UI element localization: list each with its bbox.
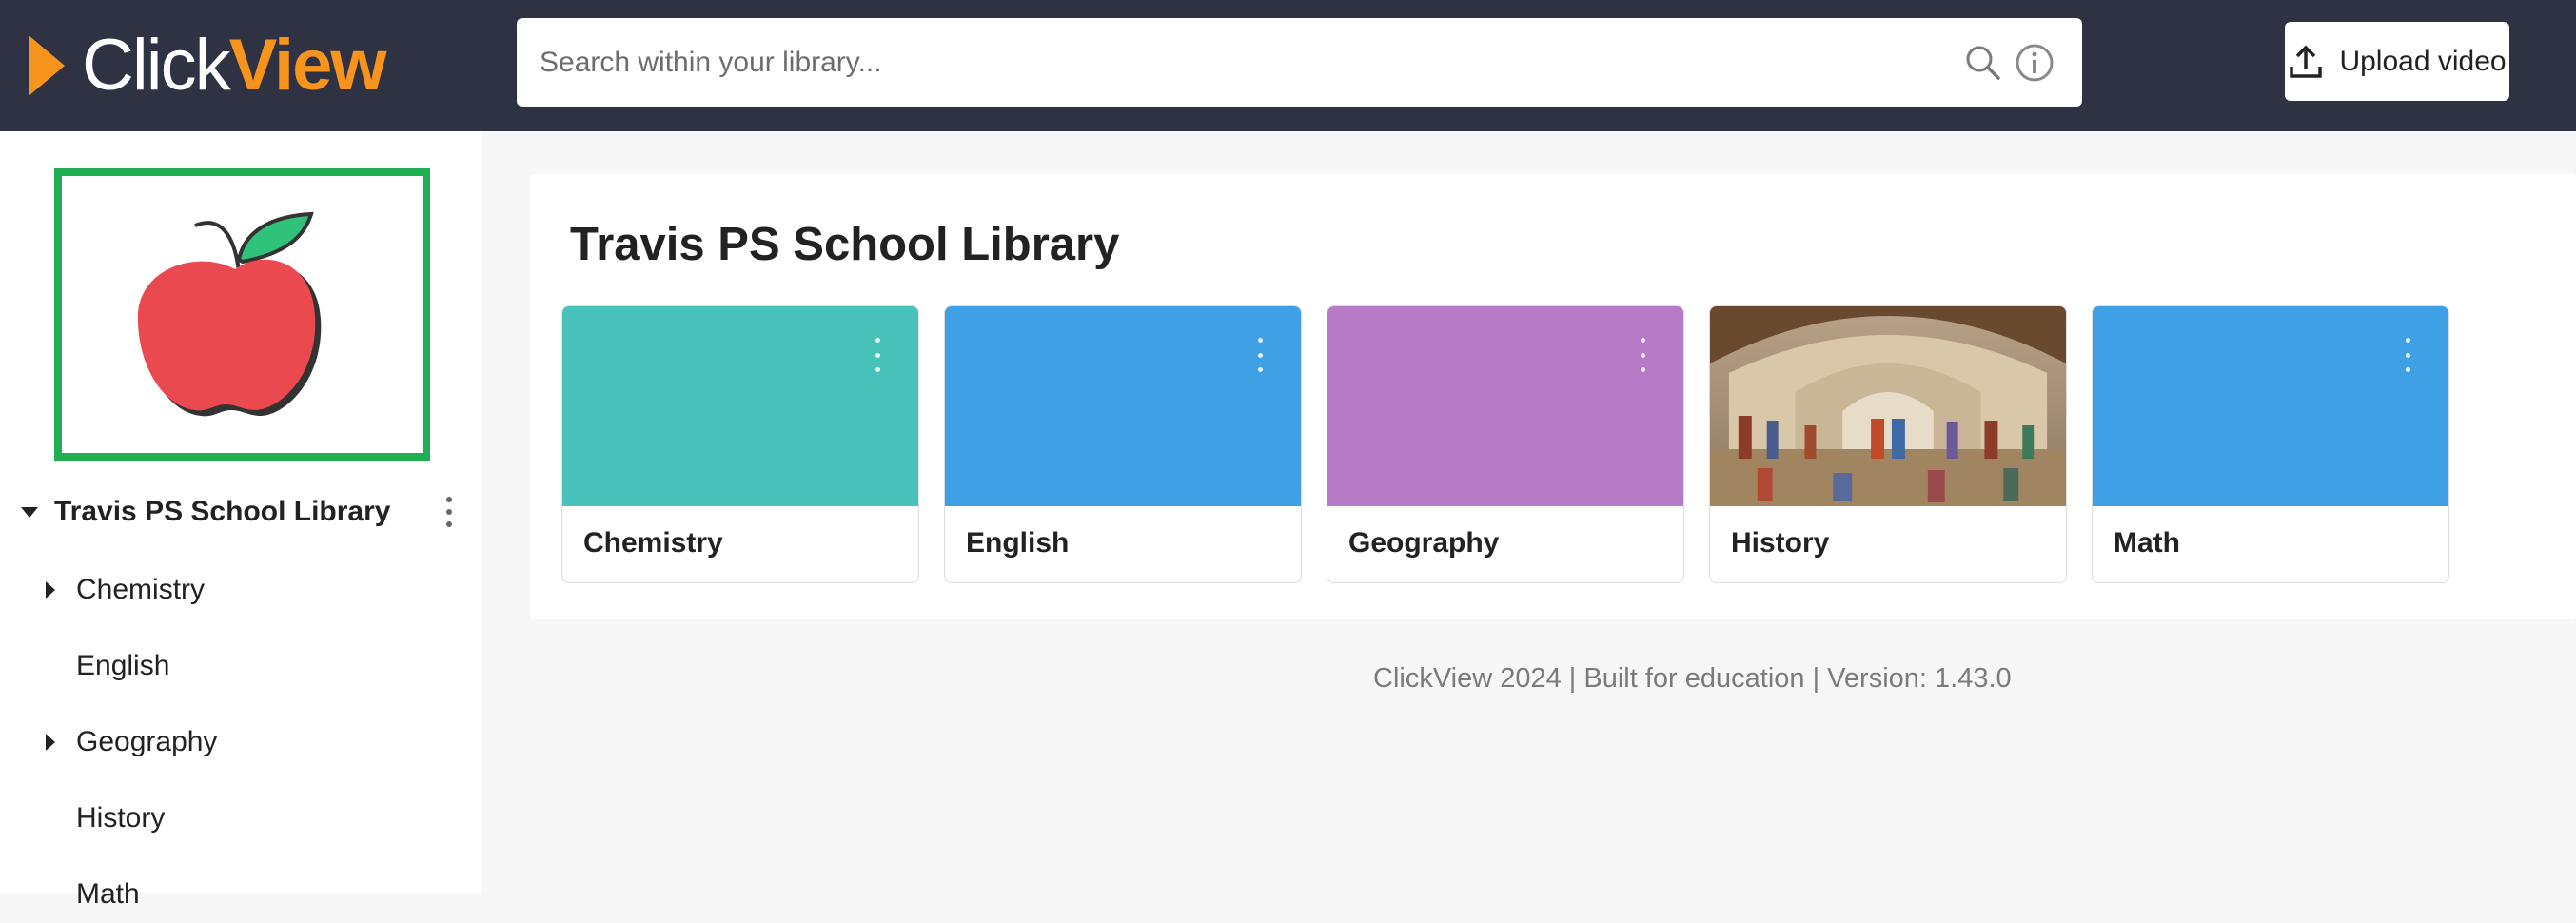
sidebar-item-label: Math xyxy=(76,878,140,910)
sidebar-item-label: Geography xyxy=(76,726,218,757)
folder-thumbnail-image xyxy=(1710,306,2066,506)
apple-icon xyxy=(137,211,322,417)
clickview-logo[interactable]: ClickView xyxy=(29,29,386,102)
folder-card-history[interactable]: History xyxy=(1709,305,2067,583)
folder-card-label: Math xyxy=(2114,527,2180,559)
folder-card-math[interactable]: Math xyxy=(2092,305,2449,583)
more-options-icon[interactable] xyxy=(1638,338,1647,372)
folder-card-label: Chemistry xyxy=(583,527,723,559)
sidebar-item-label: English xyxy=(76,650,170,681)
folder-card-chemistry[interactable]: Chemistry xyxy=(561,305,919,583)
sidebar-item-geography[interactable]: Geography xyxy=(0,714,482,771)
caret-right-icon[interactable] xyxy=(46,734,55,751)
sidebar-item-english[interactable]: English xyxy=(0,638,482,695)
caret-right-icon[interactable] xyxy=(46,581,55,599)
folder-thumbnail xyxy=(1327,306,1683,506)
logo-text: ClickView xyxy=(82,29,386,102)
caret-down-icon[interactable] xyxy=(21,506,38,518)
page-title: Travis PS School Library xyxy=(570,219,1120,270)
search-bar xyxy=(517,18,2082,107)
sidebar-item-chemistry[interactable]: Chemistry xyxy=(0,561,482,619)
search-input[interactable] xyxy=(517,18,1962,107)
upload-icon xyxy=(2288,44,2324,80)
library-logo[interactable] xyxy=(54,168,430,461)
sidebar-item-label: Chemistry xyxy=(76,574,206,605)
logo-text-click: Click xyxy=(82,25,231,106)
more-options-icon[interactable] xyxy=(873,338,882,372)
top-bar: ClickView Upload video xyxy=(0,0,2576,131)
folder-card-label: Geography xyxy=(1348,527,1500,559)
more-options-icon[interactable] xyxy=(440,493,459,531)
search-icon[interactable] xyxy=(1962,42,2004,84)
folder-card-label: History xyxy=(1731,527,1830,559)
sidebar-item-history[interactable]: History xyxy=(0,790,482,847)
folder-card-geography[interactable]: Geography xyxy=(1327,305,1684,583)
library-root-label: Travis PS School Library xyxy=(54,496,391,527)
folder-thumbnail xyxy=(2093,306,2448,506)
play-icon xyxy=(29,35,65,96)
more-options-icon[interactable] xyxy=(2403,338,2412,372)
upload-video-button[interactable]: Upload video xyxy=(2285,22,2509,101)
sidebar-item-label: History xyxy=(76,802,166,834)
more-options-icon[interactable] xyxy=(1255,338,1265,372)
library-panel: Travis PS School Library Chemistry Engli… xyxy=(530,174,2576,619)
logo-text-view: View xyxy=(228,25,387,106)
folder-thumbnail xyxy=(562,306,918,506)
info-icon[interactable] xyxy=(2014,42,2055,84)
upload-video-label: Upload video xyxy=(2339,45,2507,77)
library-sidebar: Travis PS School Library Chemistry Engli… xyxy=(0,131,482,910)
footer-text: ClickView 2024 | Built for education | V… xyxy=(1373,663,2012,694)
sidebar-item-math[interactable]: Math xyxy=(0,866,482,923)
library-root-node[interactable]: Travis PS School Library xyxy=(0,483,482,540)
folder-card-label: English xyxy=(966,527,1070,559)
folder-thumbnail xyxy=(945,306,1301,506)
folder-card-english[interactable]: English xyxy=(944,305,1302,583)
